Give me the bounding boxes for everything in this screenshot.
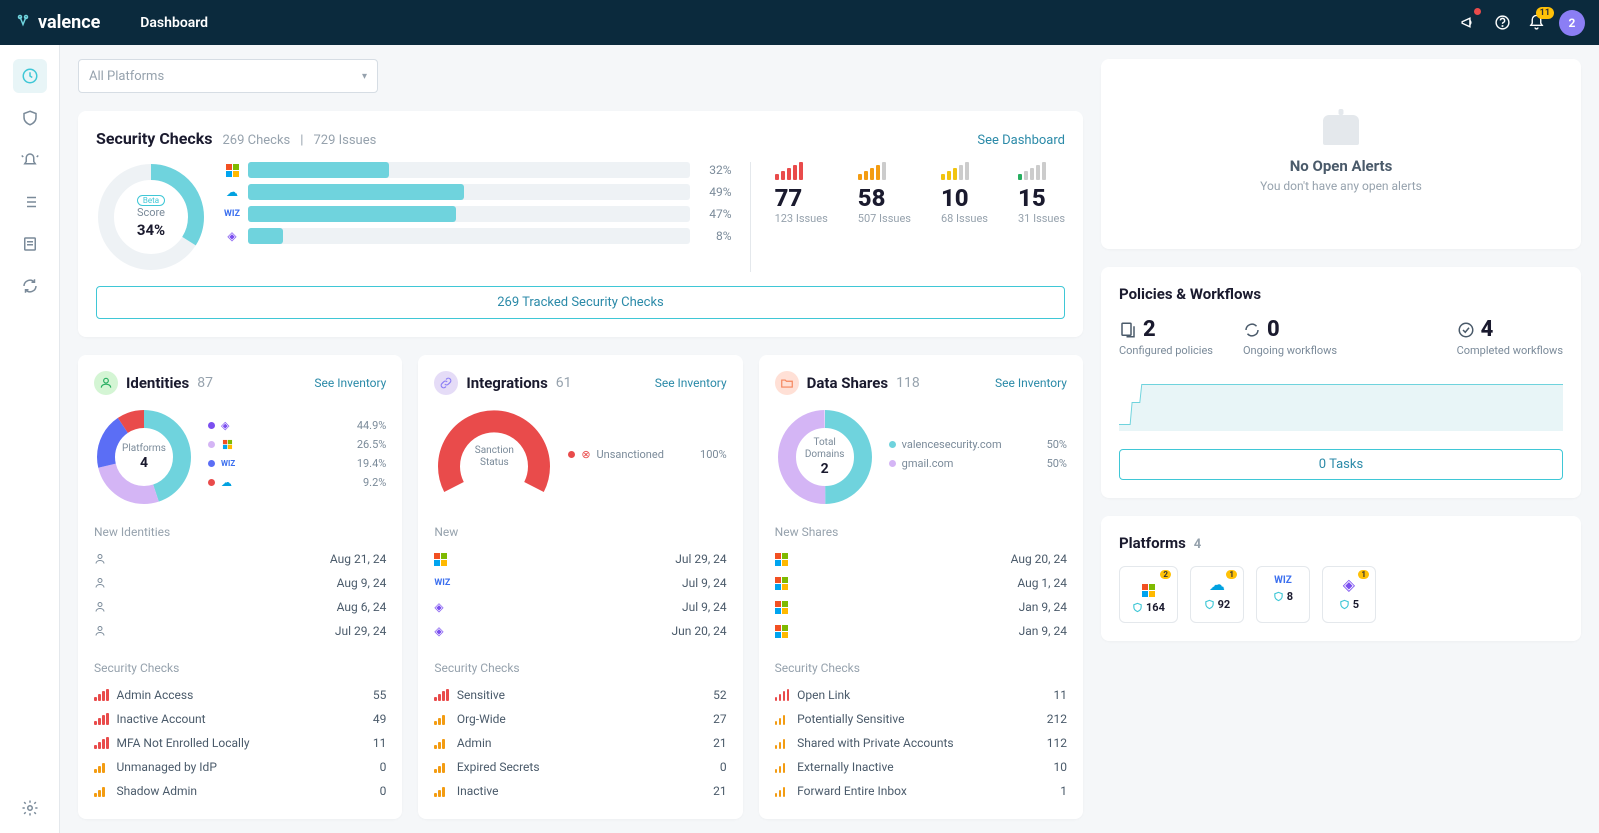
topbar: valence Dashboard 11 2 bbox=[0, 0, 1599, 45]
security-checks-title: Security Checks bbox=[96, 129, 213, 148]
notif-badge: 11 bbox=[1536, 7, 1554, 19]
identities-donut: Platforms4 bbox=[94, 407, 194, 507]
nav-shield-icon[interactable] bbox=[13, 101, 47, 135]
platform-select[interactable]: All Platforms ▾ bbox=[78, 59, 378, 93]
policy-icon bbox=[1119, 321, 1137, 339]
list-item[interactable]: Aug 20, 24 bbox=[775, 547, 1067, 571]
policies-card: Policies & Workflows 2Configured policie… bbox=[1101, 267, 1581, 498]
wiz-icon: WIZ bbox=[224, 206, 240, 222]
platform-bars: 32% ☁49% WIZ47% ◈8% bbox=[224, 162, 732, 272]
bell-icon[interactable]: 11 bbox=[1523, 10, 1549, 36]
sentinelone-icon: ◈ bbox=[224, 228, 240, 244]
list-item[interactable]: Aug 21, 24 bbox=[94, 547, 386, 571]
list-item[interactable]: Expired Secrets0 bbox=[434, 755, 726, 779]
platform-tile-microsoft[interactable]: 2164 bbox=[1119, 566, 1178, 623]
list-item[interactable]: Org-Wide27 bbox=[434, 707, 726, 731]
list-item[interactable]: Unmanaged by IdP0 bbox=[94, 755, 386, 779]
list-item[interactable]: Jan 9, 24 bbox=[775, 595, 1067, 619]
nav-alert-icon[interactable] bbox=[13, 143, 47, 177]
siren-icon bbox=[1323, 115, 1359, 145]
integrations-card: Integrations 61 See Inventory Sanction S… bbox=[418, 355, 742, 819]
link-icon bbox=[434, 371, 458, 395]
sanction-gauge: Sanction Status bbox=[434, 407, 554, 507]
nav-sync-icon[interactable] bbox=[13, 269, 47, 303]
platform-select-label: All Platforms bbox=[89, 69, 164, 84]
list-item[interactable]: Aug 1, 24 bbox=[775, 571, 1067, 595]
list-item[interactable]: Jan 9, 24 bbox=[775, 619, 1067, 643]
list-item[interactable]: Aug 9, 24 bbox=[94, 571, 386, 595]
security-checks-card: Security Checks 269 Checks | 729 Issues … bbox=[78, 111, 1083, 337]
platforms-card: Platforms4 2164 1☁92 WIZ8 1◈5 bbox=[1101, 516, 1581, 641]
brand-icon bbox=[14, 14, 32, 32]
identities-card: Identities 87 See Inventory Platforms4 ◈… bbox=[78, 355, 402, 819]
list-item[interactable]: Forward Entire Inbox1 bbox=[775, 779, 1067, 803]
page-title: Dashboard bbox=[140, 15, 208, 31]
nav-dashboard-icon[interactable] bbox=[13, 59, 47, 93]
list-item[interactable]: MFA Not Enrolled Locally11 bbox=[94, 731, 386, 755]
nav-settings-icon[interactable] bbox=[13, 791, 47, 825]
list-item[interactable]: Sensitive52 bbox=[434, 683, 726, 707]
chevron-down-icon: ▾ bbox=[362, 71, 367, 82]
list-item[interactable]: Jul 29, 24 bbox=[94, 619, 386, 643]
see-inventory-link[interactable]: See Inventory bbox=[314, 376, 386, 390]
salesforce-icon: ☁ bbox=[224, 184, 240, 200]
platform-tile-sentinelone[interactable]: 1◈5 bbox=[1322, 566, 1376, 623]
checks-count: 269 Checks bbox=[223, 133, 291, 148]
sidenav bbox=[0, 45, 60, 833]
list-item[interactable]: Admin21 bbox=[434, 731, 726, 755]
list-item[interactable]: Inactive21 bbox=[434, 779, 726, 803]
user-icon bbox=[94, 371, 118, 395]
list-item[interactable]: Open Link11 bbox=[775, 683, 1067, 707]
issues-count: 729 Issues bbox=[313, 133, 376, 148]
beta-badge: Beta bbox=[137, 195, 165, 206]
workflow-sparkline bbox=[1119, 375, 1563, 431]
list-item[interactable]: Externally Inactive10 bbox=[775, 755, 1067, 779]
list-item[interactable]: ◈Jun 20, 24 bbox=[434, 619, 726, 643]
list-item[interactable]: Shared with Private Accounts112 bbox=[775, 731, 1067, 755]
severity-grid: 77123 Issues 58507 Issues 1068 Issues 15… bbox=[750, 162, 1065, 272]
help-icon[interactable] bbox=[1489, 10, 1515, 36]
list-item[interactable]: Jul 29, 24 bbox=[434, 547, 726, 571]
brand-logo[interactable]: valence bbox=[14, 12, 100, 33]
check-circle-icon bbox=[1457, 321, 1475, 339]
score-donut: Beta Score 34% bbox=[96, 162, 206, 272]
folder-icon bbox=[775, 371, 799, 395]
list-item[interactable]: Shadow Admin0 bbox=[94, 779, 386, 803]
alerts-card: No Open Alerts You don't have any open a… bbox=[1101, 59, 1581, 249]
list-item[interactable]: Aug 6, 24 bbox=[94, 595, 386, 619]
avatar[interactable]: 2 bbox=[1559, 10, 1585, 36]
brand-text: valence bbox=[38, 12, 100, 33]
see-inventory-link[interactable]: See Inventory bbox=[655, 376, 727, 390]
platform-tile-wiz[interactable]: WIZ8 bbox=[1256, 566, 1310, 623]
list-item[interactable]: WIZJul 9, 24 bbox=[434, 571, 726, 595]
nav-doc-icon[interactable] bbox=[13, 227, 47, 261]
list-item[interactable]: Inactive Account49 bbox=[94, 707, 386, 731]
nav-list-icon[interactable] bbox=[13, 185, 47, 219]
see-inventory-link[interactable]: See Inventory bbox=[995, 376, 1067, 390]
platform-tile-salesforce[interactable]: 1☁92 bbox=[1190, 566, 1244, 623]
tracked-checks-button[interactable]: 269 Tracked Security Checks bbox=[96, 286, 1065, 319]
domains-donut: Total Domains2 bbox=[775, 407, 875, 507]
list-item[interactable]: ◈Jul 9, 24 bbox=[434, 595, 726, 619]
announce-icon[interactable] bbox=[1455, 10, 1481, 36]
refresh-icon bbox=[1243, 321, 1261, 339]
datashares-card: Data Shares 118 See Inventory Total Doma… bbox=[759, 355, 1083, 819]
list-item[interactable]: Potentially Sensitive212 bbox=[775, 707, 1067, 731]
see-dashboard-link[interactable]: See Dashboard bbox=[977, 133, 1065, 148]
tasks-button[interactable]: 0 Tasks bbox=[1119, 449, 1563, 480]
list-item[interactable]: Admin Access55 bbox=[94, 683, 386, 707]
